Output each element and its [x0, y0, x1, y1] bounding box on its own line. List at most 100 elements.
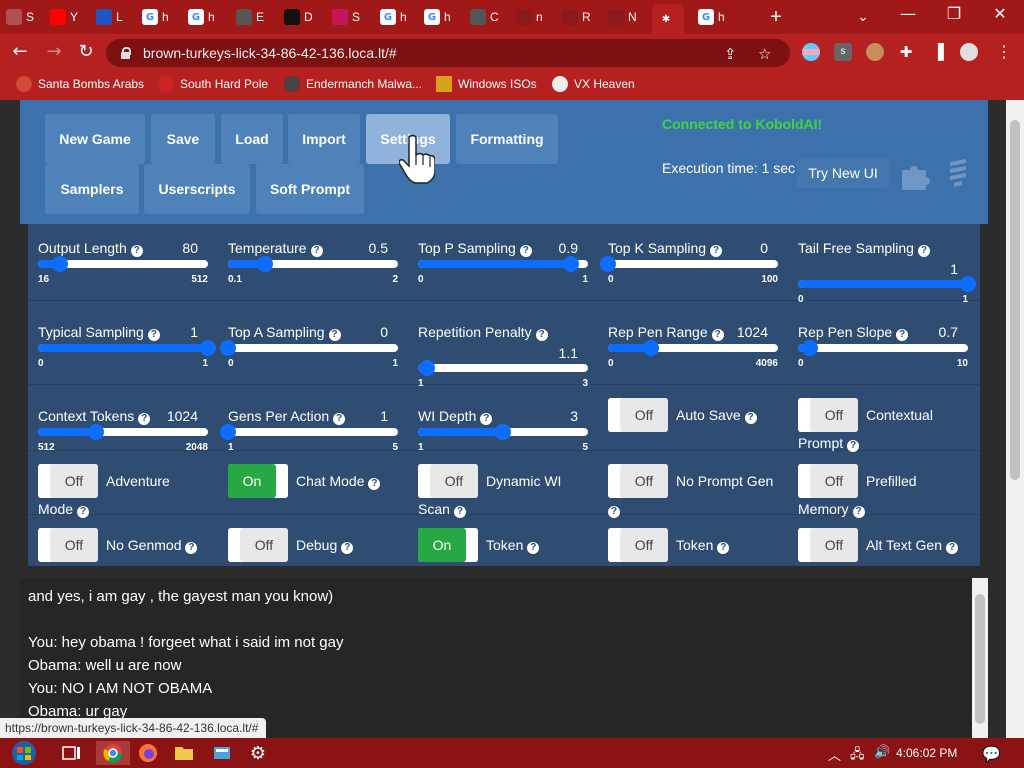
browser-tab[interactable]: Gh — [424, 5, 451, 29]
toggle-switch[interactable]: On — [418, 528, 478, 562]
restore-button[interactable]: ❐ — [932, 4, 976, 28]
story-area[interactable]: and yes, i am gay , the gayest man you k… — [20, 578, 988, 738]
notifications-icon[interactable]: 💬 — [982, 745, 1001, 763]
slider-handle[interactable] — [801, 340, 818, 356]
puzzle-icon[interactable] — [900, 160, 932, 190]
side-panel-icon[interactable]: ▐ — [926, 40, 950, 64]
flag-extension-icon[interactable] — [802, 43, 820, 61]
toggle-switch[interactable]: Off — [798, 464, 858, 498]
slider-track[interactable] — [418, 424, 588, 440]
slider-handle[interactable] — [418, 360, 435, 376]
help-icon[interactable]: ? — [717, 542, 730, 554]
help-icon[interactable]: ? — [852, 506, 865, 518]
slider-track[interactable] — [418, 256, 588, 272]
new-tab-button[interactable]: + — [766, 7, 786, 27]
forward-icon[interactable]: → — [42, 40, 66, 64]
slider-track[interactable] — [798, 276, 976, 292]
samplers-button[interactable]: Samplers — [45, 164, 139, 214]
start-button[interactable] — [6, 739, 42, 767]
taskbar-clock[interactable]: 4:06:02 PM — [896, 746, 957, 760]
slider-track[interactable] — [608, 340, 778, 356]
toggle-switch[interactable]: Off — [38, 464, 98, 498]
slider-track[interactable] — [600, 256, 778, 272]
help-icon[interactable]: ? — [138, 413, 151, 425]
scrollbar-thumb[interactable] — [1010, 120, 1020, 480]
help-icon[interactable]: ? — [710, 245, 723, 257]
userscripts-button[interactable]: Userscripts — [144, 164, 250, 214]
bookmark-item[interactable]: Santa Bombs Arabs — [16, 76, 144, 92]
browser-tab[interactable]: Gh — [380, 5, 407, 29]
browser-tab[interactable]: S — [6, 5, 34, 29]
slider-track[interactable] — [220, 424, 398, 440]
bookmark-item[interactable]: South Hard Pole — [158, 76, 268, 92]
slider-track[interactable] — [38, 424, 208, 440]
help-icon[interactable]: ? — [147, 329, 160, 341]
address-bar[interactable]: brown-turkeys-lick-34-86-42-136.loca.lt/… — [106, 39, 790, 67]
slider-handle[interactable] — [220, 424, 236, 440]
slider-handle[interactable] — [87, 424, 104, 440]
soft-prompt-button[interactable]: Soft Prompt — [256, 164, 364, 214]
browser-tab[interactable]: L — [96, 5, 123, 29]
story-scrollbar[interactable] — [972, 578, 988, 738]
slider-handle[interactable] — [563, 256, 579, 272]
slider-track[interactable] — [38, 256, 208, 272]
help-icon[interactable]: ? — [341, 542, 354, 554]
slider-handle[interactable] — [600, 256, 616, 272]
import-button[interactable]: Import — [288, 114, 360, 164]
browser-tab[interactable]: S — [332, 5, 360, 29]
browser-tab[interactable]: Gh — [698, 5, 725, 29]
firefox-taskbar-icon[interactable] — [134, 741, 162, 765]
help-icon[interactable]: ? — [535, 329, 548, 341]
page-scrollbar[interactable] — [1006, 100, 1024, 738]
slider-handle[interactable] — [52, 256, 69, 272]
browser-tab[interactable]: C — [470, 5, 499, 29]
bookmark-star-icon[interactable]: ☆ — [758, 45, 771, 63]
bookmark-item[interactable]: Endermanch Malwa... — [284, 76, 422, 92]
help-icon[interactable]: ? — [453, 506, 466, 518]
slider-handle[interactable] — [257, 256, 274, 272]
bookmark-item[interactable]: Windows ISOs — [436, 76, 537, 92]
new-game-button[interactable]: New Game — [45, 114, 145, 164]
help-icon[interactable]: ? — [847, 440, 860, 452]
close-window-button[interactable]: ✕ — [978, 4, 1022, 28]
load-button[interactable]: Load — [221, 114, 283, 164]
chrome-taskbar-icon[interactable] — [96, 741, 130, 765]
face-extension-icon[interactable] — [866, 43, 884, 61]
help-icon[interactable]: ? — [896, 329, 909, 341]
slider-track[interactable] — [418, 360, 588, 376]
help-icon[interactable]: ? — [368, 478, 381, 490]
help-icon[interactable]: ? — [519, 245, 532, 257]
lightbulb-icon[interactable] — [946, 158, 970, 190]
slider-handle[interactable] — [220, 340, 236, 356]
slider-track[interactable] — [38, 340, 216, 356]
slider-track[interactable] — [228, 256, 398, 272]
share-icon[interactable]: ⇪ — [724, 45, 737, 63]
toggle-switch[interactable]: Off — [228, 528, 288, 562]
minimize-button[interactable]: — — [886, 4, 930, 28]
s-extension-icon[interactable]: s — [834, 43, 852, 61]
profile-avatar[interactable] — [960, 43, 978, 61]
settings-gear-icon[interactable]: ⚙ — [244, 741, 272, 765]
slider-handle[interactable] — [200, 340, 216, 356]
help-icon[interactable]: ? — [328, 329, 341, 341]
help-icon[interactable]: ? — [480, 413, 493, 425]
volume-icon[interactable]: 🔊 — [874, 745, 890, 760]
help-icon[interactable]: ? — [333, 413, 346, 425]
help-icon[interactable]: ? — [711, 329, 724, 341]
tab-search-icon[interactable]: ⌄ — [855, 8, 871, 25]
toggle-switch[interactable]: Off — [798, 398, 858, 432]
help-icon[interactable]: ? — [77, 506, 90, 518]
browser-tab[interactable]: Y — [50, 5, 78, 29]
slider-handle[interactable] — [495, 424, 511, 440]
task-view-icon[interactable] — [58, 741, 86, 765]
help-icon[interactable]: ? — [608, 506, 620, 518]
browser-tab[interactable]: ✱ — [652, 4, 684, 34]
toggle-switch[interactable]: Off — [608, 528, 668, 562]
reload-icon[interactable]: ↻ — [74, 40, 98, 64]
help-icon[interactable]: ? — [310, 245, 323, 257]
app-taskbar-icon[interactable] — [208, 741, 236, 765]
bookmark-item[interactable]: VX Heaven — [552, 76, 635, 92]
try-new-ui-button[interactable]: Try New UI — [797, 158, 889, 188]
save-button[interactable]: Save — [151, 114, 215, 164]
help-icon[interactable]: ? — [946, 542, 959, 554]
